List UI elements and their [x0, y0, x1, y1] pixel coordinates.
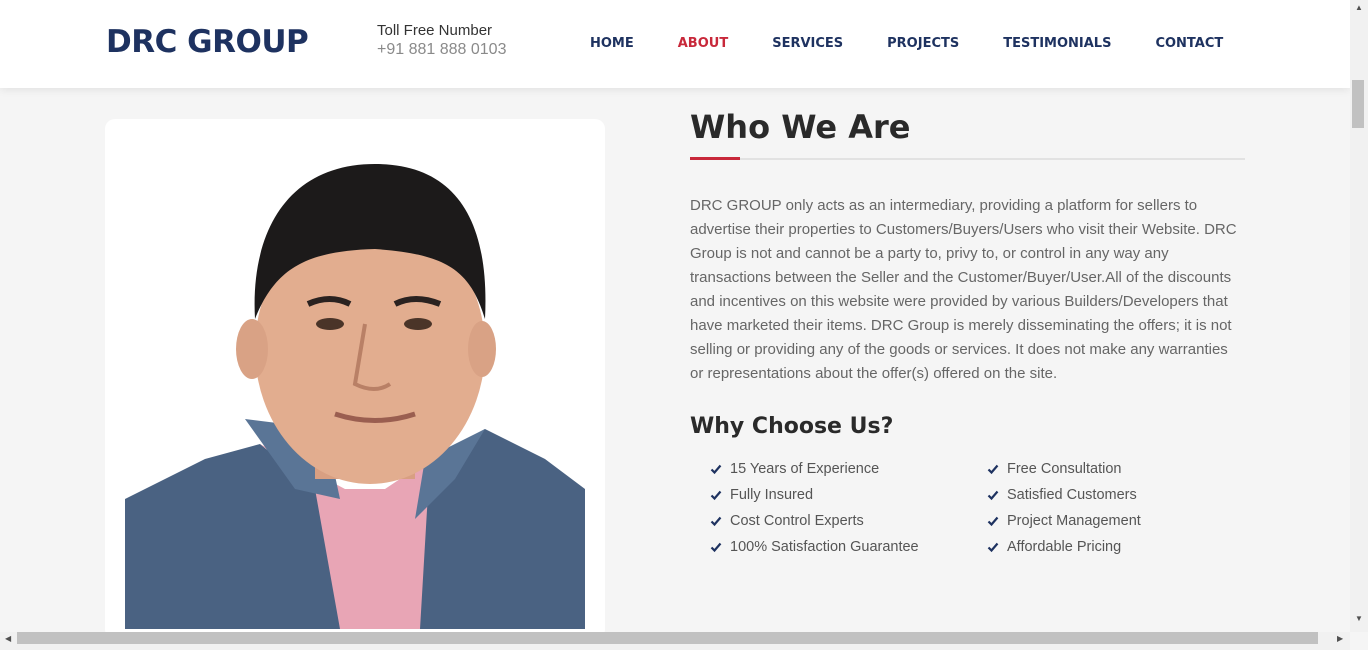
vertical-scroll-thumb[interactable]	[1352, 80, 1364, 128]
check-icon	[710, 490, 722, 500]
site-header: DRC GROUP Toll Free Number +91 881 888 0…	[0, 0, 1350, 88]
feature-label: Project Management	[1007, 512, 1141, 529]
check-icon	[987, 490, 999, 500]
check-icon	[987, 542, 999, 552]
feature-item: Cost Control Experts	[710, 511, 987, 530]
feature-item: Fully Insured	[710, 485, 987, 504]
features-list: 15 Years of Experience Free Consultation…	[690, 459, 1245, 556]
scroll-up-icon[interactable]: ▲	[1350, 3, 1368, 12]
horizontal-scroll-thumb[interactable]	[17, 632, 1318, 644]
nav-contact[interactable]: CONTACT	[1155, 36, 1223, 51]
check-icon	[710, 464, 722, 474]
feature-item: Satisfied Customers	[987, 485, 1247, 504]
horizontal-scrollbar[interactable]: ◀ ▶	[0, 632, 1350, 650]
section-title: Who We Are	[690, 108, 911, 146]
about-paragraph: DRC GROUP only acts as an intermediary, …	[690, 197, 1237, 382]
nav-home[interactable]: HOME	[590, 36, 634, 51]
toll-free-number[interactable]: +91 881 888 0103	[377, 41, 506, 59]
nav-projects[interactable]: PROJECTS	[887, 36, 959, 51]
feature-label: Fully Insured	[730, 486, 814, 503]
why-choose-title: Why Choose Us?	[690, 414, 894, 439]
feature-label: Cost Control Experts	[730, 512, 864, 529]
person-photo	[125, 164, 585, 629]
check-icon	[710, 542, 722, 552]
nav-testimonials[interactable]: TESTIMONIALS	[1003, 36, 1111, 51]
check-icon	[987, 516, 999, 526]
scroll-down-icon[interactable]: ▼	[1350, 614, 1368, 623]
vertical-scrollbar[interactable]: ▲ ▼	[1350, 0, 1368, 632]
feature-label: Satisfied Customers	[1007, 486, 1137, 503]
feature-label: 15 Years of Experience	[730, 460, 880, 477]
toll-free-block: Toll Free Number +91 881 888 0103	[377, 22, 506, 59]
site-logo[interactable]: DRC GROUP	[106, 24, 309, 60]
scroll-right-icon[interactable]: ▶	[1337, 634, 1343, 643]
main-nav: HOME ABOUT SERVICES PROJECTS TESTIMONIAL…	[590, 36, 1223, 51]
feature-item: 15 Years of Experience	[710, 459, 987, 478]
photo-card	[105, 119, 605, 639]
toll-free-label: Toll Free Number	[377, 22, 493, 39]
feature-label: 100% Satisfaction Guarantee	[730, 538, 919, 555]
title-divider-accent	[690, 157, 740, 160]
feature-label: Affordable Pricing	[1007, 538, 1122, 555]
nav-about[interactable]: ABOUT	[678, 36, 728, 51]
feature-item: Project Management	[987, 511, 1247, 530]
feature-label: Free Consultation	[1007, 460, 1122, 477]
feature-item: Affordable Pricing	[987, 537, 1247, 556]
scroll-left-icon[interactable]: ◀	[5, 634, 11, 643]
about-section: Who We Are DRC GROUP only acts as an int…	[690, 108, 1245, 556]
nav-services[interactable]: SERVICES	[772, 36, 843, 51]
title-divider	[690, 157, 1245, 160]
feature-item: 100% Satisfaction Guarantee	[710, 537, 987, 556]
check-icon	[710, 516, 722, 526]
check-icon	[987, 464, 999, 474]
feature-item: Free Consultation	[987, 459, 1247, 478]
